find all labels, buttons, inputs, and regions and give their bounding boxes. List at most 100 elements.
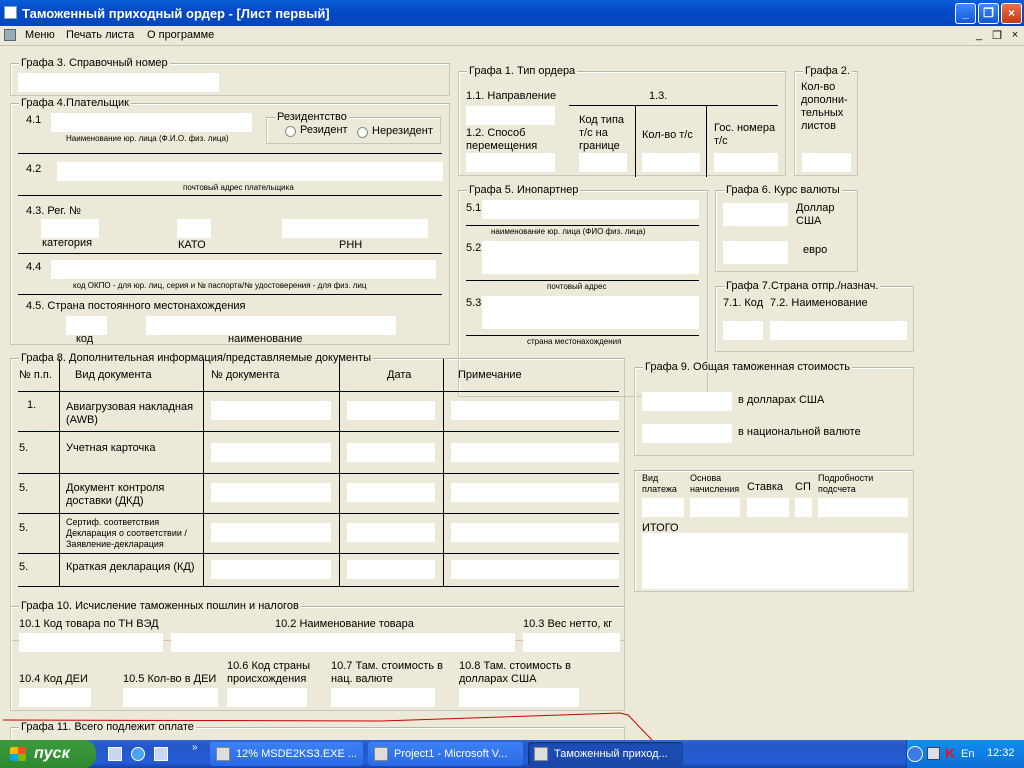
quicklaunch-more-icon[interactable]: » xyxy=(192,742,198,753)
pay-sp-input[interactable] xyxy=(795,498,812,517)
usd-rate-input[interactable] xyxy=(723,203,788,226)
doc-icon[interactable] xyxy=(4,29,16,41)
row-4-note-input[interactable] xyxy=(451,523,619,542)
g2-legend: Графа 2. xyxy=(803,65,852,77)
label-4-3: 4.3. Рег. № xyxy=(26,205,81,217)
col-header-num: № п.п. xyxy=(19,369,52,381)
task-customs-order[interactable]: Таможенный приход... xyxy=(528,742,683,766)
mdi-close-button[interactable]: × xyxy=(1008,29,1022,41)
partner-address-input[interactable] xyxy=(482,241,699,274)
country-name-7-input[interactable] xyxy=(770,321,907,340)
language-indicator[interactable]: En xyxy=(961,748,974,760)
minimize-button[interactable]: _ xyxy=(955,3,976,24)
kato-input[interactable] xyxy=(177,219,211,238)
row-4-date-input[interactable] xyxy=(347,523,435,542)
col-header-doc-type: Вид документа xyxy=(75,369,152,381)
task-msde[interactable]: 12% MSDE2KS3.EXE ... xyxy=(210,742,363,766)
ie-icon[interactable] xyxy=(131,747,145,761)
payer-address-input[interactable] xyxy=(57,162,443,181)
quicklaunch-app-icon[interactable] xyxy=(108,747,122,761)
pay-details-input[interactable] xyxy=(818,498,908,517)
task-project1[interactable]: Project1 - Microsoft V... xyxy=(368,742,523,766)
resident-radio[interactable] xyxy=(285,126,296,137)
row-1-date-input[interactable] xyxy=(347,401,435,420)
close-button[interactable]: × xyxy=(1001,3,1022,24)
total-textarea[interactable] xyxy=(642,533,908,589)
hs-code-input[interactable] xyxy=(19,633,163,652)
g8-legend: Графа 8. Дополнительная информация/предс… xyxy=(19,352,374,364)
dei-qty-input[interactable] xyxy=(123,688,218,707)
customs-value-usd-input[interactable] xyxy=(459,688,579,707)
mdi-minimize-button[interactable]: _ xyxy=(972,29,986,41)
row-5-note-input[interactable] xyxy=(451,560,619,579)
transport-method-input[interactable] xyxy=(466,153,555,172)
row-4-doc: Сертиф. соответствия Декларация о соотве… xyxy=(66,517,187,549)
row-2-number-input[interactable] xyxy=(211,443,331,462)
row-5-doc: Краткая декларация (КД) xyxy=(66,561,195,573)
transport-qty-input[interactable] xyxy=(642,153,700,172)
hint-5-2: почтовый адрес xyxy=(547,282,607,291)
tray-app-icon[interactable] xyxy=(927,747,940,760)
pay-type-input[interactable] xyxy=(642,498,684,517)
total-national-input[interactable] xyxy=(642,424,732,443)
row-5-num: 5. xyxy=(19,561,29,573)
row-3-date-input[interactable] xyxy=(347,483,435,502)
extra-sheets-input[interactable] xyxy=(802,153,851,172)
menu-item-menu[interactable]: Меню xyxy=(25,29,55,41)
okpo-input[interactable] xyxy=(51,260,436,279)
kaspersky-icon[interactable]: K xyxy=(945,745,955,761)
pay-base-input[interactable] xyxy=(690,498,740,517)
dei-code-input[interactable] xyxy=(19,688,91,707)
g3-legend: Графа 3. Справочный номер xyxy=(19,57,170,69)
row-3-number-input[interactable] xyxy=(211,483,331,502)
app-icon[interactable] xyxy=(4,6,17,19)
maximize-button[interactable]: ❐ xyxy=(978,3,999,24)
menu-bar: Меню Печать листа О программе _ ❐ × xyxy=(0,26,1024,46)
total-usd-input[interactable] xyxy=(642,392,732,411)
nonresident-label: Нерезидент xyxy=(372,125,433,137)
row-1-note-input[interactable] xyxy=(451,401,619,420)
row-3-doc: Документ контроля доставки (ДКД) xyxy=(66,482,165,507)
net-weight-input[interactable] xyxy=(523,633,620,652)
origin-country-input[interactable] xyxy=(227,688,307,707)
row-2-date-input[interactable] xyxy=(347,443,435,462)
mdi-restore-button[interactable]: ❐ xyxy=(990,29,1004,42)
rnn-input[interactable] xyxy=(282,219,428,238)
country-code-7-input[interactable] xyxy=(723,321,763,340)
plate-numbers-input[interactable] xyxy=(714,153,778,172)
divider xyxy=(59,359,60,587)
direction-input[interactable] xyxy=(466,106,555,125)
reference-number-input[interactable] xyxy=(18,73,219,92)
group-residency: Резидентство Резидент Нерезидент xyxy=(266,111,441,144)
category-input[interactable] xyxy=(41,219,99,238)
row-1-number-input[interactable] xyxy=(211,401,331,420)
payer-name-input[interactable] xyxy=(51,113,252,132)
partner-name-input[interactable] xyxy=(482,200,699,219)
g9-legend: Графа 9. Общая таможенная стоимость xyxy=(643,361,853,373)
row-4-number-input[interactable] xyxy=(211,523,331,542)
pay-rate-input[interactable] xyxy=(747,498,789,517)
row-3-note-input[interactable] xyxy=(451,483,619,502)
goods-name-input[interactable] xyxy=(171,633,515,652)
menu-item-print[interactable]: Печать листа xyxy=(66,29,134,41)
row-5-date-input[interactable] xyxy=(347,560,435,579)
pay-rate-label: Ставка xyxy=(747,481,783,493)
label-10-7: 10.7 Там. стоимость в нац. валюте xyxy=(331,660,444,685)
partner-country-input[interactable] xyxy=(482,296,699,329)
tray-expand-icon[interactable] xyxy=(907,746,923,762)
row-5-number-input[interactable] xyxy=(211,560,331,579)
nonresident-radio[interactable] xyxy=(357,127,368,138)
kato-label: КАТО xyxy=(178,239,206,251)
transport-code-input[interactable] xyxy=(579,153,627,172)
hint-5-3: страна местонахождения xyxy=(527,337,622,346)
pay-base-label: Основа начисления xyxy=(690,473,740,494)
eur-rate-input[interactable] xyxy=(723,241,788,264)
start-button[interactable]: пуск xyxy=(0,740,96,768)
row-1-doc: Авиагрузовая накладная (AWB) xyxy=(66,401,194,426)
quicklaunch-doc-icon[interactable] xyxy=(154,747,168,761)
customs-value-national-input[interactable] xyxy=(331,688,435,707)
row-2-note-input[interactable] xyxy=(451,443,619,462)
menu-item-about[interactable]: О программе xyxy=(147,29,214,41)
task-icon xyxy=(374,747,388,761)
divider xyxy=(18,253,442,254)
